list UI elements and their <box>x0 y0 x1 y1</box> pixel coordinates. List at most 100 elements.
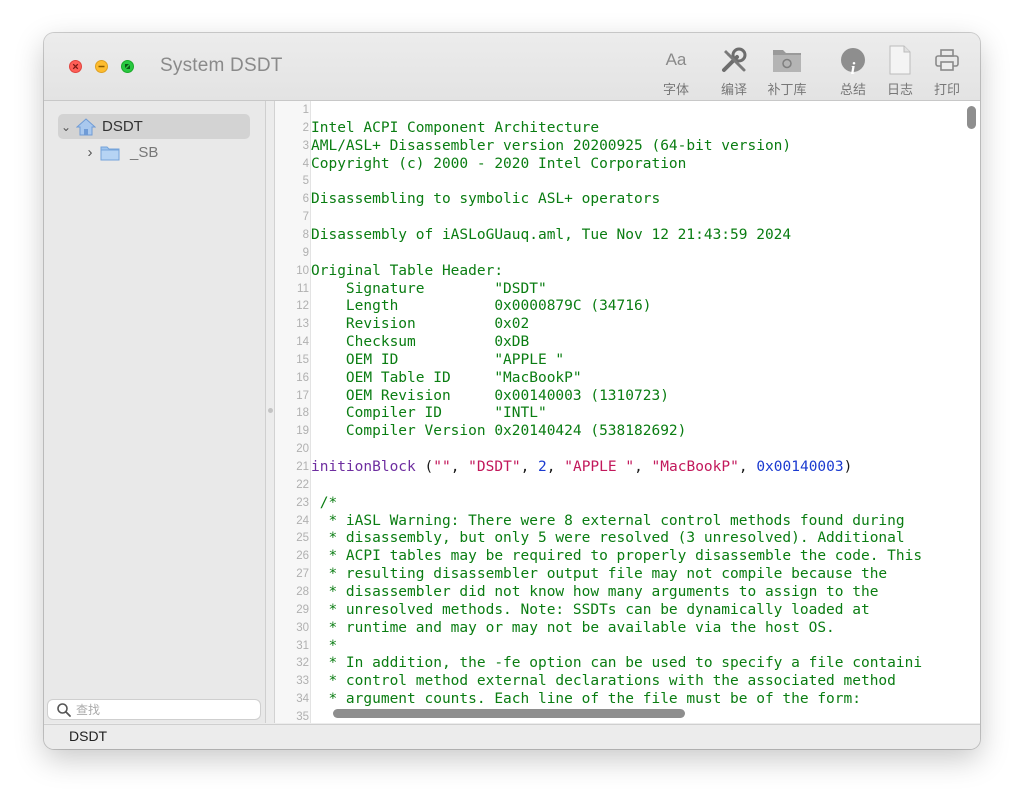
line-number: 4 <box>302 157 309 170</box>
code-line[interactable]: 27 * resulting disassembler output file … <box>275 565 980 583</box>
code-token: , <box>450 459 469 475</box>
code-token: * runtime and may or may not be availabl… <box>311 619 835 636</box>
print-button[interactable]: 打印 <box>920 45 974 98</box>
minimize-button[interactable] <box>95 60 108 73</box>
code-line[interactable]: 3 AML/ASL+ Disassembler version 20200925 … <box>275 137 980 155</box>
code-line[interactable]: 29 * unresolved methods. Note: SSDTs can… <box>275 601 980 619</box>
tree-item-label: _SB <box>130 144 159 161</box>
line-number: 31 <box>296 639 309 652</box>
vertical-scrollbar[interactable] <box>967 106 976 129</box>
line-number: 6 <box>302 193 309 206</box>
code-editor[interactable]: 1 2 Intel ACPI Component Architecture 3 AML/… <box>275 101 980 723</box>
code-text: Disassembling to symbolic ASL+ operators <box>311 190 660 208</box>
code-text: Compiler Version 0x20140424 (538182692) <box>311 422 686 440</box>
code-text: Revision 0x02 <box>311 315 529 333</box>
code-text: Checksum 0xDB <box>311 333 529 351</box>
line-number: 8 <box>302 228 309 241</box>
code-line[interactable]: 28 * disassembler did not know how many … <box>275 583 980 601</box>
code-text: * runtime and may or may not be availabl… <box>311 619 835 637</box>
code-line[interactable]: 15 OEM ID "APPLE " <box>275 351 980 369</box>
code-line[interactable]: 19 Compiler Version 0x20140424 (53818269… <box>275 422 980 440</box>
patch-library-button[interactable]: 补丁库 <box>760 45 814 98</box>
chevron-right-icon[interactable]: › <box>82 144 98 161</box>
minimize-icon <box>98 65 105 68</box>
line-number: 28 <box>296 585 309 598</box>
code-text: AML/ASL+ Disassembler version 20200925 (… <box>311 137 791 155</box>
code-line[interactable]: 4 Copyright (c) 2000 - 2020 Intel Corpora… <box>275 155 980 173</box>
line-number: 10 <box>296 264 309 277</box>
code-token: * unresolved methods. Note: SSDTs can be… <box>311 601 870 618</box>
code-token: ( <box>415 459 434 475</box>
code-line[interactable]: 33 * control method external declaration… <box>275 672 980 690</box>
summary-button[interactable]: i 总结 <box>826 45 880 98</box>
code-text: Copyright (c) 2000 - 2020 Intel Corporat… <box>311 155 686 173</box>
sidebar: ⌄ DSDT › _SB 查找 <box>44 101 266 723</box>
code-line[interactable]: 21 initionBlock ("", "DSDT", 2, "APPLE ",… <box>275 458 980 476</box>
line-number: 18 <box>296 407 309 420</box>
code-token: Checksum 0xDB <box>311 334 530 351</box>
code-line[interactable]: 14 Checksum 0xDB <box>275 333 980 351</box>
code-token: Intel ACPI Component Architecture <box>311 119 600 136</box>
code-line[interactable]: 22 <box>275 476 980 494</box>
code-line[interactable]: 30 * runtime and may or may not be avail… <box>275 619 980 637</box>
code-token: * iASL Warning: There were 8 external co… <box>311 512 905 529</box>
code-text: Original Table Header: <box>311 262 503 280</box>
close-button[interactable] <box>69 60 82 73</box>
code-line[interactable]: 16 OEM Table ID "MacBookP" <box>275 369 980 387</box>
code-token: "DSDT" <box>468 459 521 475</box>
line-number: 5 <box>302 175 309 188</box>
line-number: 35 <box>296 710 309 723</box>
code-line[interactable]: 18 Compiler ID "INTL" <box>275 404 980 422</box>
line-number: 7 <box>302 211 309 224</box>
code-line[interactable]: 26 * ACPI tables may be required to prop… <box>275 547 980 565</box>
toolbar-label: 编译 <box>720 83 747 98</box>
code-token: "" <box>433 459 451 475</box>
line-number: 32 <box>296 657 309 670</box>
code-line[interactable]: 9 <box>275 244 980 262</box>
code-text: * iASL Warning: There were 8 external co… <box>311 512 905 530</box>
code-line[interactable]: 17 OEM Revision 0x00140003 (1310723) <box>275 387 980 405</box>
code-line[interactable]: 6 Disassembling to symbolic ASL+ operator… <box>275 190 980 208</box>
chevron-down-icon[interactable]: ⌄ <box>58 120 74 134</box>
compile-button[interactable]: 编译 <box>707 45 761 98</box>
toolbar-label: 补丁库 <box>767 83 807 98</box>
search-field[interactable]: 查找 <box>47 699 261 720</box>
tree-item-sb[interactable]: › _SB <box>82 140 159 165</box>
line-number: 12 <box>296 300 309 313</box>
log-button[interactable]: 日志 <box>873 45 927 98</box>
code-line[interactable]: 32 * In addition, the -fe option can be … <box>275 654 980 672</box>
code-line[interactable]: 7 <box>275 208 980 226</box>
code-line[interactable]: 10 Original Table Header: <box>275 262 980 280</box>
font-button[interactable]: Aa 字体 <box>649 45 703 98</box>
code-line[interactable]: 1 <box>275 101 980 119</box>
divider-handle[interactable] <box>268 408 273 413</box>
tree-item-dsdt[interactable]: ⌄ DSDT <box>58 114 250 139</box>
code-token: Disassembly of iASLoGUauq.aml, Tue Nov 1… <box>311 226 792 243</box>
code-line[interactable]: 13 Revision 0x02 <box>275 315 980 333</box>
code-line[interactable]: 20 <box>275 440 980 458</box>
code-line[interactable]: 31 * <box>275 637 980 655</box>
code-token: * argument counts. Each line of the file… <box>311 691 861 708</box>
line-number: 24 <box>296 514 309 527</box>
search-input[interactable]: 查找 <box>76 701 100 718</box>
code-line[interactable]: 24 * iASL Warning: There were 8 external… <box>275 512 980 530</box>
titlebar: System DSDT Aa 字体 编译 补丁库 i 总结 日志 打印 <box>44 33 980 101</box>
horizontal-scrollbar[interactable] <box>333 709 685 718</box>
code-token: Compiler ID "INTL" <box>311 405 547 422</box>
code-line[interactable]: 12 Length 0x0000879C (34716) <box>275 297 980 315</box>
code-line[interactable]: 8 Disassembly of iASLoGUauq.aml, Tue Nov … <box>275 226 980 244</box>
code-text: * control method external declarations w… <box>311 672 895 690</box>
code-line[interactable]: 34 * argument counts. Each line of the f… <box>275 690 980 708</box>
code-line[interactable]: 25 * disassembly, but only 5 were resolv… <box>275 529 980 547</box>
search-icon <box>57 702 71 717</box>
code-line[interactable]: 23 /* <box>275 494 980 512</box>
code-line[interactable]: 11 Signature "DSDT" <box>275 280 980 298</box>
status-text: DSDT <box>69 728 108 744</box>
code-token: Revision 0x02 <box>311 316 530 333</box>
code-line[interactable]: 2 Intel ACPI Component Architecture <box>275 119 980 137</box>
zoom-button[interactable] <box>121 60 134 73</box>
status-bar: DSDT <box>44 724 980 749</box>
split-view-divider[interactable] <box>266 101 275 723</box>
code-line[interactable]: 5 <box>275 172 980 190</box>
printer-icon <box>920 45 974 75</box>
